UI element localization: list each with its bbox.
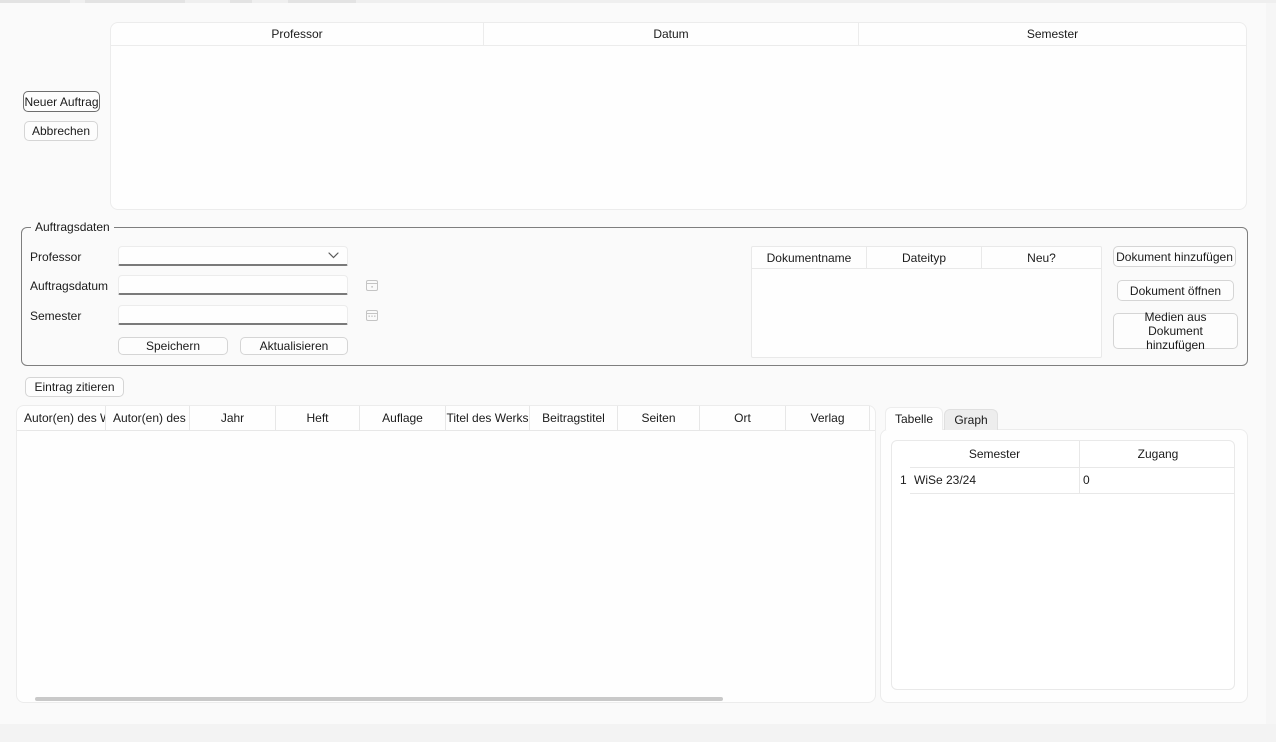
orders-table-body bbox=[111, 46, 1246, 209]
window-top-edge-segment bbox=[230, 0, 252, 3]
cell-semester: WiSe 23/24 bbox=[914, 473, 976, 487]
new-order-button[interactable]: Neuer Auftrag bbox=[23, 91, 100, 112]
tab-graph[interactable]: Graph bbox=[944, 409, 998, 430]
cite-entry-button[interactable]: Eintrag zitieren bbox=[25, 377, 124, 397]
column-header-autor-werk[interactable]: Autor(en) des Werks bbox=[17, 406, 106, 430]
documents-table: Dokumentname Dateityp Neu? bbox=[751, 246, 1102, 358]
add-media-from-document-button[interactable]: Medien aus Dokument hinzufügen bbox=[1113, 313, 1238, 349]
groupbox-legend: Auftragsdaten bbox=[31, 220, 114, 234]
table-row[interactable]: 1 WiSe 23/24 0 bbox=[892, 467, 1235, 493]
column-header-autor-beitrag[interactable]: Autor(en) des Beitrags bbox=[106, 406, 190, 430]
orders-table-header: Professor Datum Semester bbox=[111, 23, 1246, 46]
documents-table-header: Dokumentname Dateityp Neu? bbox=[752, 247, 1101, 269]
window-top-edge bbox=[0, 0, 1276, 3]
professor-label: Professor bbox=[30, 250, 81, 264]
citations-header-filler bbox=[870, 406, 875, 430]
chevron-down-icon bbox=[328, 252, 339, 259]
tab-tabelle[interactable]: Tabelle bbox=[885, 407, 943, 430]
column-header-dateityp[interactable]: Dateityp bbox=[867, 247, 982, 268]
save-button[interactable]: Speichern bbox=[118, 337, 228, 355]
window-top-edge-segment bbox=[288, 0, 356, 3]
professor-combobox[interactable] bbox=[118, 246, 348, 266]
column-header-neu[interactable]: Neu? bbox=[982, 247, 1101, 268]
column-header-dokumentname[interactable]: Dokumentname bbox=[752, 247, 867, 268]
documents-table-body bbox=[752, 269, 1101, 357]
update-button[interactable]: Aktualisieren bbox=[240, 337, 348, 355]
stats-table: Semester Zugang 1 WiSe 23/24 0 bbox=[891, 440, 1235, 690]
citations-table: Autor(en) des Werks Autor(en) des Beitra… bbox=[16, 405, 876, 703]
column-header-datum[interactable]: Datum bbox=[484, 23, 859, 45]
open-document-button[interactable]: Dokument öffnen bbox=[1117, 280, 1234, 301]
column-header-beitragstitel[interactable]: Beitragstitel bbox=[530, 406, 618, 430]
order-date-label: Auftragsdatum bbox=[30, 279, 108, 293]
app-window: Professor Datum Semester Neuer Auftrag A… bbox=[0, 0, 1276, 742]
orders-table: Professor Datum Semester bbox=[110, 22, 1247, 210]
column-header-seiten[interactable]: Seiten bbox=[618, 406, 700, 430]
column-header-semester[interactable]: Semester bbox=[859, 23, 1246, 45]
row-number: 1 bbox=[900, 473, 907, 487]
citations-table-header: Autor(en) des Werks Autor(en) des Beitra… bbox=[17, 406, 875, 431]
calendar-icon[interactable] bbox=[363, 276, 380, 293]
citations-table-body bbox=[17, 431, 875, 676]
cell-zugang: 0 bbox=[1083, 473, 1090, 487]
column-header-titel-des-werks[interactable]: Titel des Werks bbox=[446, 406, 530, 430]
calendar-icon[interactable] bbox=[363, 306, 380, 323]
add-document-button[interactable]: Dokument hinzufügen bbox=[1113, 246, 1236, 267]
column-header-verlag[interactable]: Verlag bbox=[786, 406, 870, 430]
column-header-jahr[interactable]: Jahr bbox=[190, 406, 276, 430]
semester-label: Semester bbox=[30, 309, 81, 323]
column-header-heft[interactable]: Heft bbox=[276, 406, 360, 430]
row-divider bbox=[910, 493, 1235, 494]
semester-input[interactable] bbox=[118, 305, 348, 325]
column-header-ort[interactable]: Ort bbox=[700, 406, 786, 430]
horizontal-scrollbar[interactable] bbox=[35, 697, 723, 701]
window-top-edge-segment bbox=[0, 0, 70, 3]
column-header-professor[interactable]: Professor bbox=[111, 23, 484, 45]
window-top-edge-segment bbox=[85, 0, 185, 3]
cancel-button[interactable]: Abbrechen bbox=[24, 121, 98, 141]
window-right-gutter bbox=[1266, 3, 1276, 724]
column-header-zugang[interactable]: Zugang bbox=[1080, 441, 1235, 467]
order-date-input[interactable] bbox=[118, 275, 348, 295]
column-header-auflage[interactable]: Auflage bbox=[360, 406, 446, 430]
column-header-semester[interactable]: Semester bbox=[910, 441, 1079, 467]
window-bottom-strip bbox=[0, 724, 1276, 742]
